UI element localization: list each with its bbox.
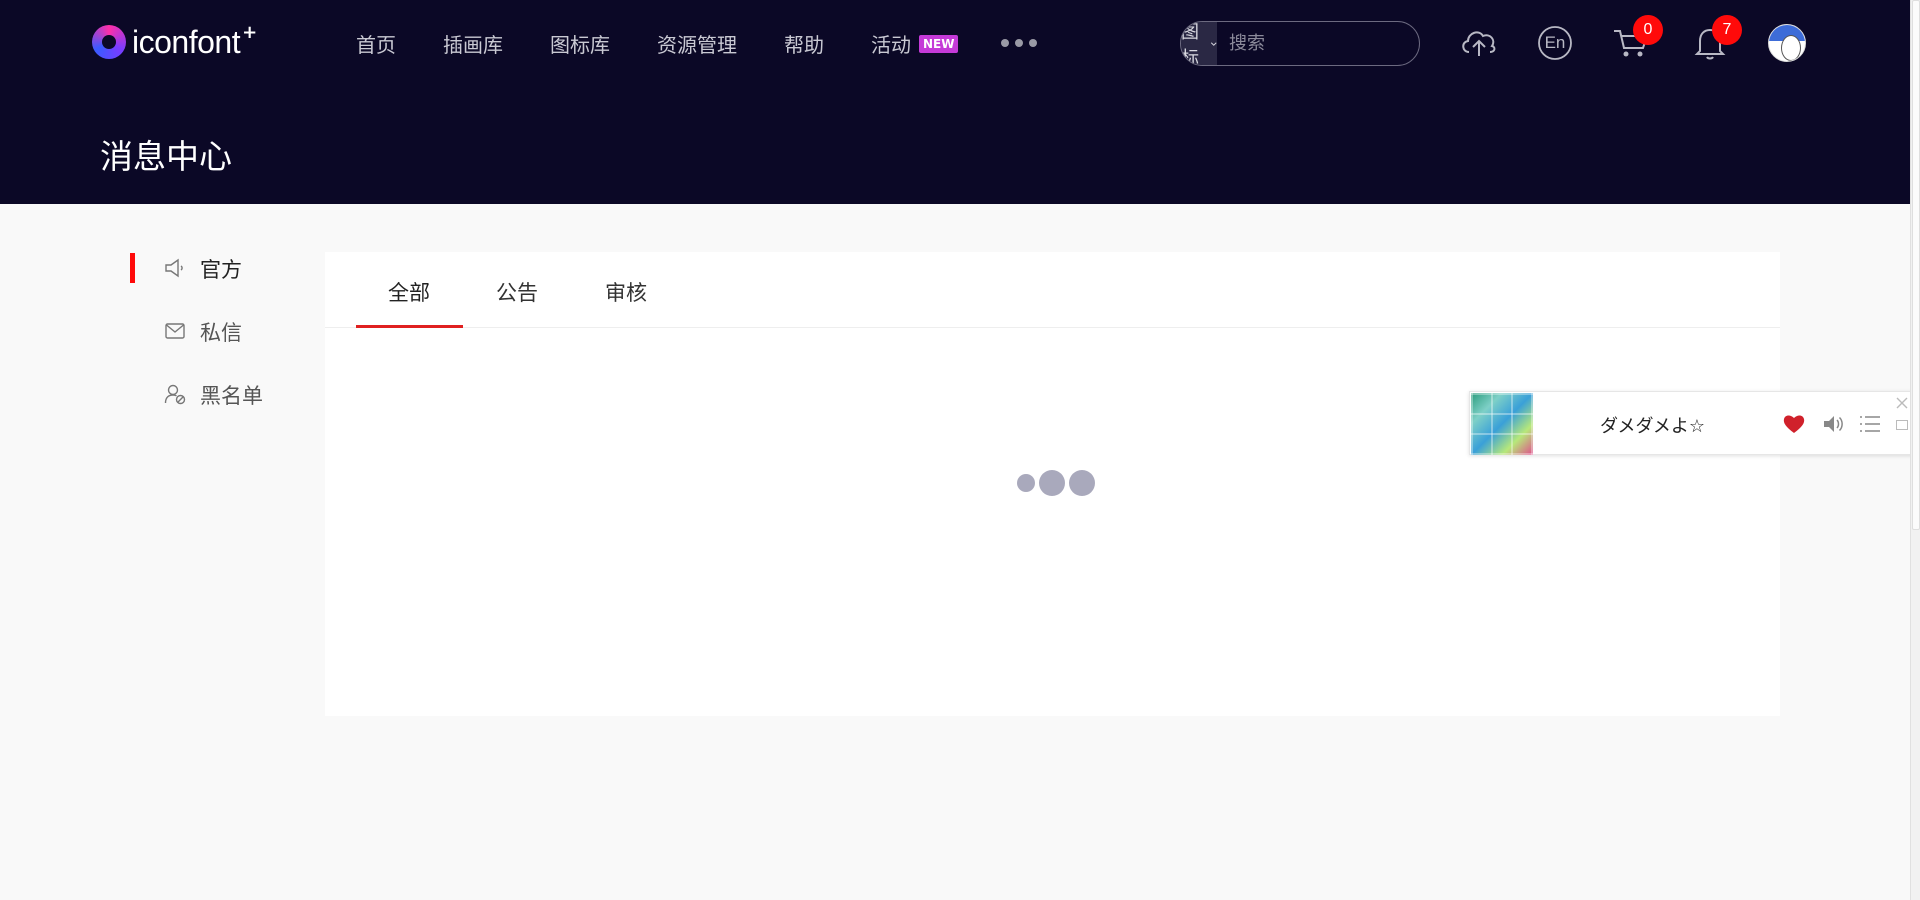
sidebar-item-label: 私信 [200,321,242,345]
song-title: ダメダメよ☆ [1600,416,1706,437]
sidebar-item-label: 黑名单 [200,384,263,408]
more-icon[interactable] [1001,39,1038,47]
notification-count-badge: 7 [1712,15,1742,45]
search-type-select[interactable]: 图标 [1181,22,1217,65]
page-scrollbar[interactable] [1910,0,1920,900]
tab-review[interactable]: 审核 [605,277,647,307]
heart-icon[interactable] [1781,412,1807,436]
nav-item-help[interactable]: 帮助 [784,29,824,58]
top-navigation-bar: iconfont + 首页 插画库 图标库 资源管理 帮助 活动 NEW 图标 [0,0,1910,86]
tab-all[interactable]: 全部 [388,277,430,307]
language-label: En [1544,33,1566,52]
nav-item-activities[interactable]: 活动 NEW [871,29,959,58]
megaphone-icon [165,258,183,278]
nav-item-home[interactable]: 首页 [356,29,396,58]
logo-mark-icon [92,25,126,59]
mail-icon [165,323,185,339]
logo-text: iconfont [132,23,241,60]
message-tabs: 全部 公告 审核 [325,252,1780,328]
active-tab-underline [356,325,463,328]
notifications-button[interactable]: 7 [1690,15,1742,63]
iconfont-logo[interactable]: iconfont + [92,21,258,60]
logo-plus: + [242,21,258,43]
language-toggle[interactable]: En [1535,23,1575,63]
cart-button[interactable]: 0 [1611,15,1663,63]
minimize-icon[interactable] [1896,420,1908,430]
loading-spinner [1017,470,1095,496]
cart-count-badge: 0 [1633,15,1663,45]
nav-item-activities-label: 活动 [871,32,911,57]
upload-cloud-icon[interactable] [1459,23,1499,63]
nav-item-illustrations[interactable]: 插画库 [443,29,503,58]
playlist-icon[interactable] [1857,412,1883,436]
volume-icon[interactable] [1820,412,1846,436]
main-nav: 首页 插画库 图标库 资源管理 帮助 活动 NEW [356,22,1038,64]
search-input[interactable] [1217,22,1419,65]
nav-item-resource-management[interactable]: 资源管理 [657,29,737,58]
scrollbar-thumb[interactable] [1912,0,1920,530]
search-bar: 图标 [1180,21,1420,66]
chevron-down-icon [1210,41,1217,46]
album-cover[interactable] [1471,393,1533,455]
message-panel: 全部 公告 审核 [325,252,1780,716]
avatar[interactable] [1768,24,1806,62]
sidebar-item-label: 官方 [200,258,242,282]
site-header: iconfont + 首页 插画库 图标库 资源管理 帮助 活动 NEW 图标 [0,0,1910,204]
tab-announcements[interactable]: 公告 [496,277,538,307]
search-type-label: 图标 [1181,21,1199,66]
new-badge: NEW [919,35,959,53]
page-title: 消息中心 [100,137,232,176]
user-block-icon [164,384,186,405]
nav-item-icon-library[interactable]: 图标库 [550,29,610,58]
active-indicator [130,253,135,283]
close-icon[interactable] [1894,395,1910,411]
music-player-widget: ダメダメよ☆ [1469,391,1916,455]
